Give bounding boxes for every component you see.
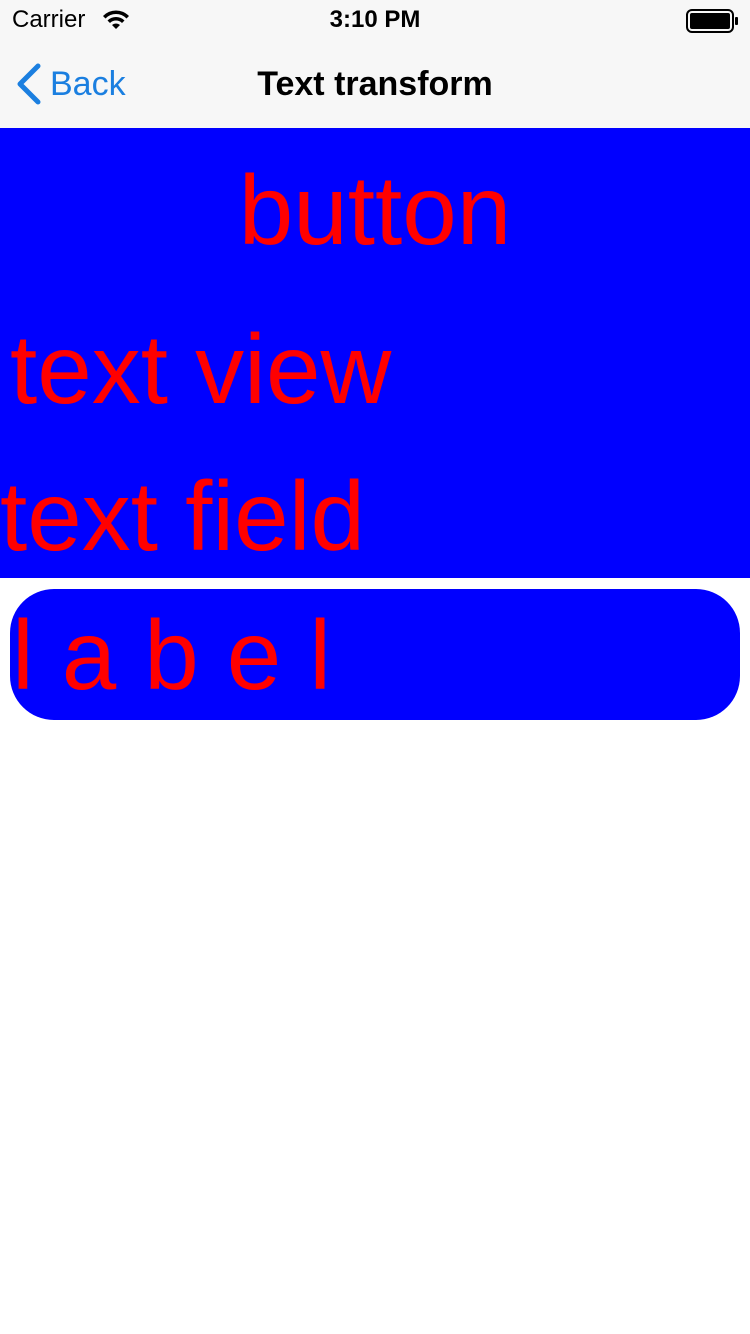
transform-demo-panel: button text view text field: [0, 128, 750, 578]
demo-text-field[interactable]: text field: [0, 458, 750, 574]
demo-label-container: label: [10, 589, 740, 720]
demo-button[interactable]: button: [0, 152, 750, 268]
demo-text-view[interactable]: text view: [10, 311, 391, 427]
navigation-bar: Back Text transform: [0, 40, 750, 128]
status-bar: Carrier 3:10 PM: [0, 0, 750, 40]
battery-icon: [686, 9, 738, 33]
page-title: Text transform: [257, 65, 493, 103]
status-time: 3:10 PM: [329, 6, 421, 33]
demo-label: label: [12, 600, 360, 710]
